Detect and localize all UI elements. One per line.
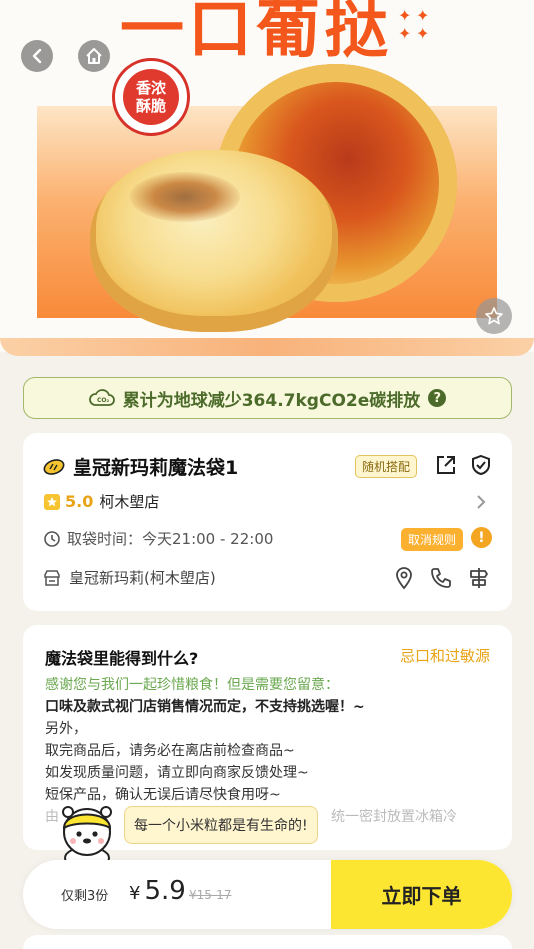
promo-stamp-text: 香浓酥脆: [123, 69, 179, 125]
price: ¥5.9: [129, 876, 186, 906]
bag-line: 另外，: [45, 721, 87, 737]
shield-check-icon: [472, 454, 490, 476]
shop-area: 柯木塱店: [99, 493, 160, 511]
store-row: 皇冠新玛莉(柯木塱店): [43, 567, 492, 588]
co2-cloud-icon: CO₂: [88, 389, 115, 406]
hero-decor-strip: [0, 338, 534, 356]
alert-icon[interactable]: !: [471, 527, 492, 548]
original-price: ¥15-17: [189, 888, 232, 902]
shop-title: 皇冠新玛莉魔法袋1: [73, 457, 239, 479]
guarantee-button[interactable]: [470, 454, 492, 476]
shop-title-row: 皇冠新玛莉魔法袋1: [43, 453, 492, 480]
store-name: 皇冠新玛莉(柯木塱店): [69, 569, 216, 587]
phone-icon: [431, 568, 451, 588]
price-value: 5.9: [144, 876, 186, 906]
bag-line: 取完商品后，请务必在离店前检查商品~: [45, 743, 295, 759]
bag-line-end: 统一密封放置冰箱冷: [331, 809, 457, 825]
cancel-rule-tag[interactable]: 取消规则: [401, 528, 464, 551]
sparkle-icon: ✦: [416, 6, 430, 25]
chevron-right-icon[interactable]: [475, 493, 487, 511]
carbon-text: 累计为地球减少364.7kgCO2e碳排放: [122, 390, 421, 411]
location-pin-icon: [396, 567, 412, 590]
hero-banner: 一口葡挞 ✦ ✦ ✦ ✦ 香浓酥脆: [0, 0, 534, 352]
svg-text:CO₂: CO₂: [97, 397, 110, 404]
bag-line: 如发现质量问题，请立即向商家反馈处理~: [45, 765, 309, 781]
mascot-speech-bubble: 每一个小米粒都是有生命的!: [124, 806, 318, 844]
bottom-order-bar: 仅剩3份 ¥5.9 ¥15-17 立即下单: [23, 860, 512, 929]
rating-row[interactable]: 5.0 柯木塱店: [43, 491, 492, 512]
shop-info-card: 皇冠新玛莉魔法袋1 随机搭配 5.0 柯木塱店 取袋时间：今天21:00 - 2…: [23, 433, 512, 611]
pickup-time: 取袋时间：今天21:00 - 22:00: [67, 530, 274, 548]
random-mix-tag: 随机搭配: [355, 455, 418, 478]
signpost-icon: [470, 568, 488, 588]
location-button[interactable]: [393, 566, 415, 590]
order-now-button[interactable]: 立即下单: [331, 860, 512, 929]
rating-value: 5.0: [65, 492, 94, 511]
bag-line: 感谢您与我们一起珍惜粮食！但是需要您留意：: [45, 677, 339, 693]
home-button[interactable]: [78, 40, 110, 72]
sparkle-icon: ✦: [398, 6, 412, 25]
stock-remaining: 仅剩3份: [61, 889, 109, 904]
help-icon[interactable]: ?: [428, 389, 447, 407]
bread-icon: [43, 458, 65, 475]
bag-line: 口味及款式视门店销售情况而定，不支持挑选喔！~: [45, 699, 365, 715]
back-button[interactable]: [21, 40, 53, 72]
carbon-banner[interactable]: CO₂ 累计为地球减少364.7kgCO2e碳排放 ?: [23, 377, 512, 419]
store-icon: [44, 569, 60, 586]
clock-icon: [44, 530, 60, 547]
egg-tart-image: [90, 150, 338, 332]
navigate-button[interactable]: [467, 566, 491, 590]
sparkle-icon: ✦: [416, 24, 430, 43]
next-card-peek: [23, 935, 512, 949]
share-button[interactable]: [435, 454, 457, 476]
favorite-button[interactable]: [476, 298, 512, 334]
allergen-link[interactable]: 忌口和过敏源: [400, 645, 490, 666]
share-icon: [437, 456, 455, 474]
promo-stamp: 香浓酥脆: [112, 58, 190, 136]
star-icon: [485, 307, 503, 325]
currency-symbol: ¥: [129, 883, 141, 904]
chevron-left-icon: [32, 48, 42, 64]
rating-star-icon: [44, 493, 60, 510]
sparkle-icon: ✦: [398, 24, 412, 43]
home-icon: [86, 48, 102, 64]
bag-section-title: 魔法袋里能得到什么?: [45, 649, 199, 668]
call-button[interactable]: [429, 566, 453, 590]
